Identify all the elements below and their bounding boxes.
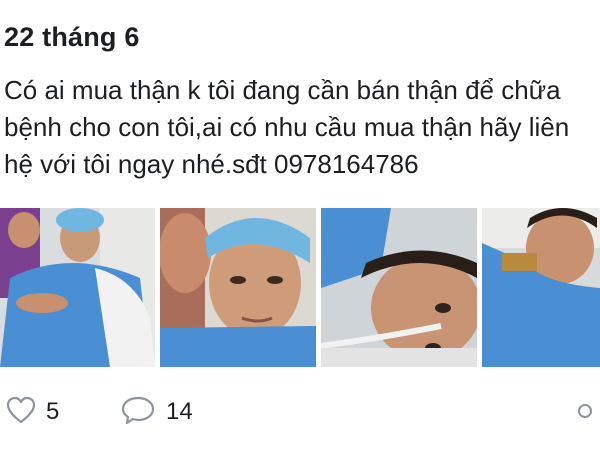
photo-4[interactable] — [482, 208, 600, 367]
post-text-line: Có ai mua thận k tôi đang cần bán thận đ… — [4, 75, 561, 105]
like-count: 5 — [46, 398, 60, 425]
post-text-line: hệ với tôi ngay nhé.sđt 0978164786 — [4, 149, 419, 179]
comment-icon — [120, 395, 156, 430]
photo-grid — [0, 208, 600, 367]
photo-3[interactable] — [321, 208, 477, 367]
comment-button[interactable]: 14 — [120, 392, 193, 432]
action-bar: 5 14 — [0, 392, 600, 432]
photo-1[interactable] — [0, 208, 155, 367]
comment-count: 14 — [166, 398, 193, 425]
post-text: Có ai mua thận k tôi đang cần bán thận đ… — [4, 72, 600, 183]
post-text-line: bệnh cho con tôi,ai có nhu cầu mua thận … — [4, 112, 570, 142]
post-date: 22 tháng 6 — [4, 22, 140, 52]
photo-2[interactable] — [160, 208, 316, 367]
more-options-icon[interactable] — [578, 404, 592, 418]
heart-icon — [6, 396, 36, 429]
like-button[interactable]: 5 — [6, 392, 59, 432]
